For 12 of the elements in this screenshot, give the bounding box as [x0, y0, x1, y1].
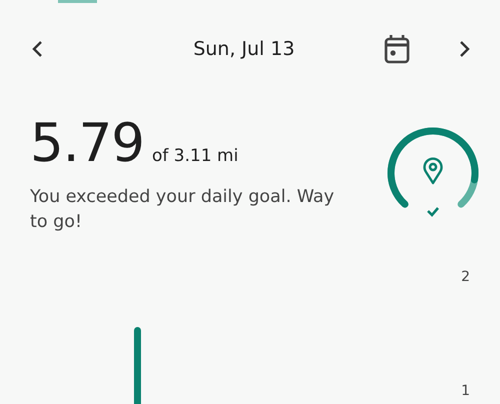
axis-tick-label: 1	[461, 383, 470, 399]
tab-indicator	[58, 0, 97, 3]
goal-text: of 3.11 mi	[152, 146, 238, 166]
location-pin-icon	[423, 157, 443, 184]
axis-tick-label: 2	[461, 269, 470, 285]
calendar-icon[interactable]	[384, 34, 410, 64]
chevron-right-icon[interactable]	[458, 39, 472, 59]
checkmark-icon	[427, 207, 439, 217]
date-title: Sun, Jul 13	[192, 38, 296, 60]
distance-value: 5.79	[30, 113, 144, 175]
goal-message: You exceeded your daily goal. Way to go!	[30, 186, 336, 234]
chevron-left-icon[interactable]	[30, 39, 44, 59]
